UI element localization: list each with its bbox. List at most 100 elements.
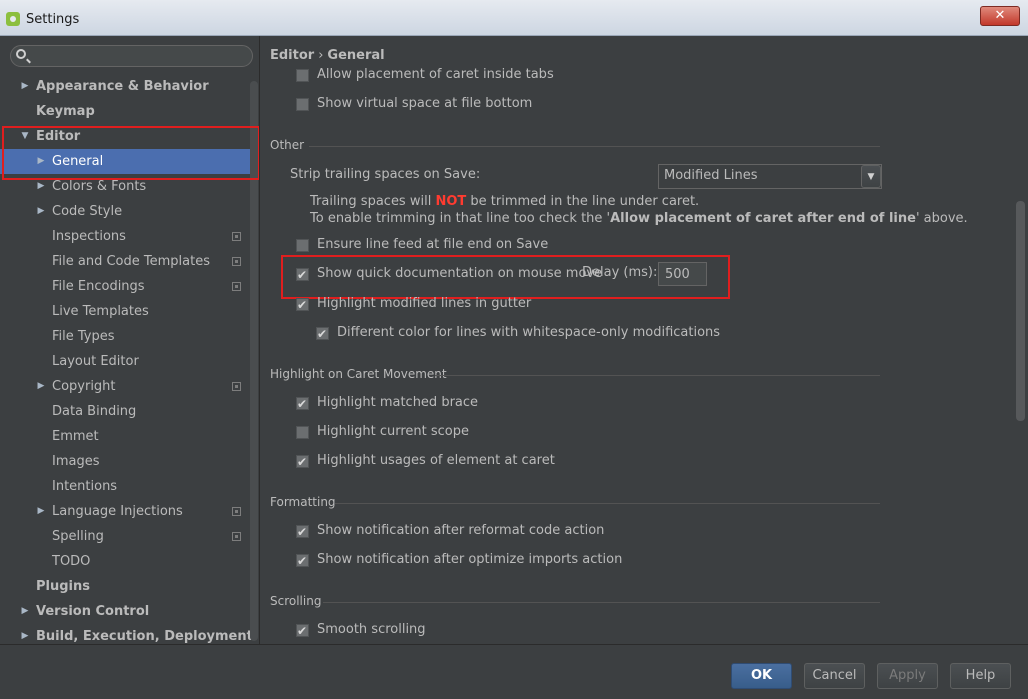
tree-item[interactable]: Layout Editor: [0, 349, 250, 374]
project-level-icon: [232, 232, 241, 241]
android-studio-icon: [6, 12, 20, 26]
checkbox-label: Different color for lines with whitespac…: [337, 325, 721, 340]
project-level-icon: [232, 282, 241, 291]
close-button[interactable]: ✕: [980, 6, 1020, 26]
strip-trailing-label: Strip trailing spaces on Save:: [290, 167, 481, 182]
tree-item-label: Intentions: [52, 479, 118, 494]
tree-item[interactable]: Images: [0, 449, 250, 474]
tree-item[interactable]: Inspections: [0, 224, 250, 249]
checkbox-label: Smooth scrolling: [317, 622, 426, 637]
note-warning-text: NOT: [435, 194, 467, 209]
section-divider: [335, 503, 880, 504]
dropdown-value: Modified Lines: [664, 168, 758, 183]
note-text: Trailing spaces will: [310, 194, 436, 209]
tree-item-label: TODO: [52, 554, 91, 569]
tree-item[interactable]: ▶ Language Injections: [0, 499, 250, 524]
checkbox-box[interactable]: [296, 522, 309, 542]
help-button[interactable]: Help: [950, 663, 1011, 689]
checkbox-label: Ensure line feed at file end on Save: [317, 237, 549, 252]
note-text: To enable trimming in that line too chec…: [310, 211, 611, 226]
breadcrumb: Editor › General: [270, 48, 385, 63]
tree-item-label: Copyright: [52, 379, 116, 394]
search-input[interactable]: [33, 48, 243, 64]
strip-trailing-dropdown[interactable]: Modified Lines ▼: [658, 164, 882, 189]
tree-item[interactable]: ▶ Copyright: [0, 374, 250, 399]
tree-item[interactable]: File and Code Templates: [0, 249, 250, 274]
window-title: Settings: [26, 12, 80, 27]
chevron-right-icon[interactable]: ▶: [36, 374, 46, 399]
chevron-right-icon[interactable]: ▶: [20, 624, 30, 644]
tree-item[interactable]: File Types: [0, 324, 250, 349]
ok-button[interactable]: OK: [731, 663, 792, 689]
project-level-icon: [232, 382, 241, 391]
checkbox-box[interactable]: [296, 69, 309, 82]
tree-item-label: Build, Execution, Deployment: [36, 629, 253, 644]
checkbox-box[interactable]: [296, 426, 309, 439]
tree-item-label: File and Code Templates: [52, 254, 210, 269]
checkbox-box[interactable]: [296, 452, 309, 472]
annotation-highlight-editor: [2, 126, 259, 180]
checkbox-box[interactable]: [296, 551, 309, 571]
section-divider: [435, 375, 880, 376]
chevron-right-icon[interactable]: ▶: [20, 599, 30, 624]
note-text: ' above.: [915, 211, 968, 226]
tree-item-label: File Encodings: [52, 279, 145, 294]
tree-item[interactable]: Spelling: [0, 524, 250, 549]
chevron-right-icon[interactable]: ▶: [36, 199, 46, 224]
tree-item-label: Version Control: [36, 604, 150, 619]
strip-note-line-1: Trailing spaces will NOT be trimmed in t…: [310, 194, 699, 209]
dialog-button-bar: OK Cancel Apply Help: [0, 644, 1028, 699]
checkbox-box[interactable]: [296, 295, 309, 315]
tree-item-label: Live Templates: [52, 304, 149, 319]
tree-item[interactable]: ▶ Build, Execution, Deployment: [0, 624, 253, 644]
tree-item[interactable]: Plugins: [0, 574, 250, 599]
section-caret-movement: Highlight on Caret Movement: [270, 367, 447, 381]
checkbox-label: Highlight matched brace: [317, 395, 479, 410]
search-box[interactable]: [10, 45, 253, 67]
project-level-icon: [232, 257, 241, 266]
tree-item[interactable]: ▶ Code Style: [0, 199, 250, 224]
tree-item[interactable]: ▶ Version Control: [0, 599, 250, 624]
checkbox-label: Show notification after reformat code ac…: [317, 523, 605, 538]
tree-item-label: Language Injections: [52, 504, 183, 519]
checkbox-box[interactable]: [296, 394, 309, 414]
apply-button[interactable]: Apply: [877, 663, 938, 689]
checkbox-box[interactable]: [296, 621, 309, 641]
section-scrolling: Scrolling: [270, 594, 322, 608]
cancel-button[interactable]: Cancel: [804, 663, 865, 689]
note-text: be trimmed in the line under caret.: [466, 194, 700, 209]
project-level-icon: [232, 532, 241, 541]
tree-item[interactable]: Intentions: [0, 474, 250, 499]
tree-item-label: Inspections: [52, 229, 126, 244]
tree-item-label: Images: [52, 454, 100, 469]
checkbox-box[interactable]: [316, 324, 329, 344]
tree-item[interactable]: ▶ Appearance & Behavior: [0, 74, 250, 99]
checkbox-box[interactable]: [296, 98, 309, 111]
breadcrumb-parent: Editor: [270, 48, 315, 63]
chevron-down-icon[interactable]: ▼: [861, 165, 881, 188]
checkbox-box[interactable]: [296, 239, 309, 252]
tree-item[interactable]: Data Binding: [0, 399, 250, 424]
content-scrollbar[interactable]: [1016, 201, 1025, 421]
checkbox-label: Highlight modified lines in gutter: [317, 296, 532, 311]
settings-content-pane: Editor › General Allow placement of caret …: [261, 36, 1028, 644]
tree-item-label: Spelling: [52, 529, 104, 544]
section-divider: [309, 146, 880, 147]
checkbox-label: Highlight current scope: [317, 424, 469, 439]
chevron-right-icon[interactable]: ▶: [20, 74, 30, 99]
tree-item-label: File Types: [52, 329, 115, 344]
tree-item-label: Layout Editor: [52, 354, 139, 369]
tree-item[interactable]: Emmet: [0, 424, 250, 449]
tree-item-label: Data Binding: [52, 404, 137, 419]
checkbox-label: Show notification after optimize imports…: [317, 552, 623, 567]
tree-item[interactable]: File Encodings: [0, 274, 250, 299]
chevron-right-icon[interactable]: ▶: [36, 499, 46, 524]
tree-item[interactable]: TODO: [0, 549, 250, 574]
checkbox-label: Highlight usages of element at caret: [317, 453, 555, 468]
settings-tree-pane: ▶ Appearance & Behavior Keymap ▼ Editor ▶ Gene…: [0, 36, 260, 644]
tree-item[interactable]: Live Templates: [0, 299, 250, 324]
tree-item-label: Emmet: [52, 429, 99, 444]
tree-item-label: Appearance & Behavior: [36, 79, 209, 94]
section-divider: [323, 602, 880, 603]
tree-item[interactable]: Keymap: [0, 99, 250, 124]
